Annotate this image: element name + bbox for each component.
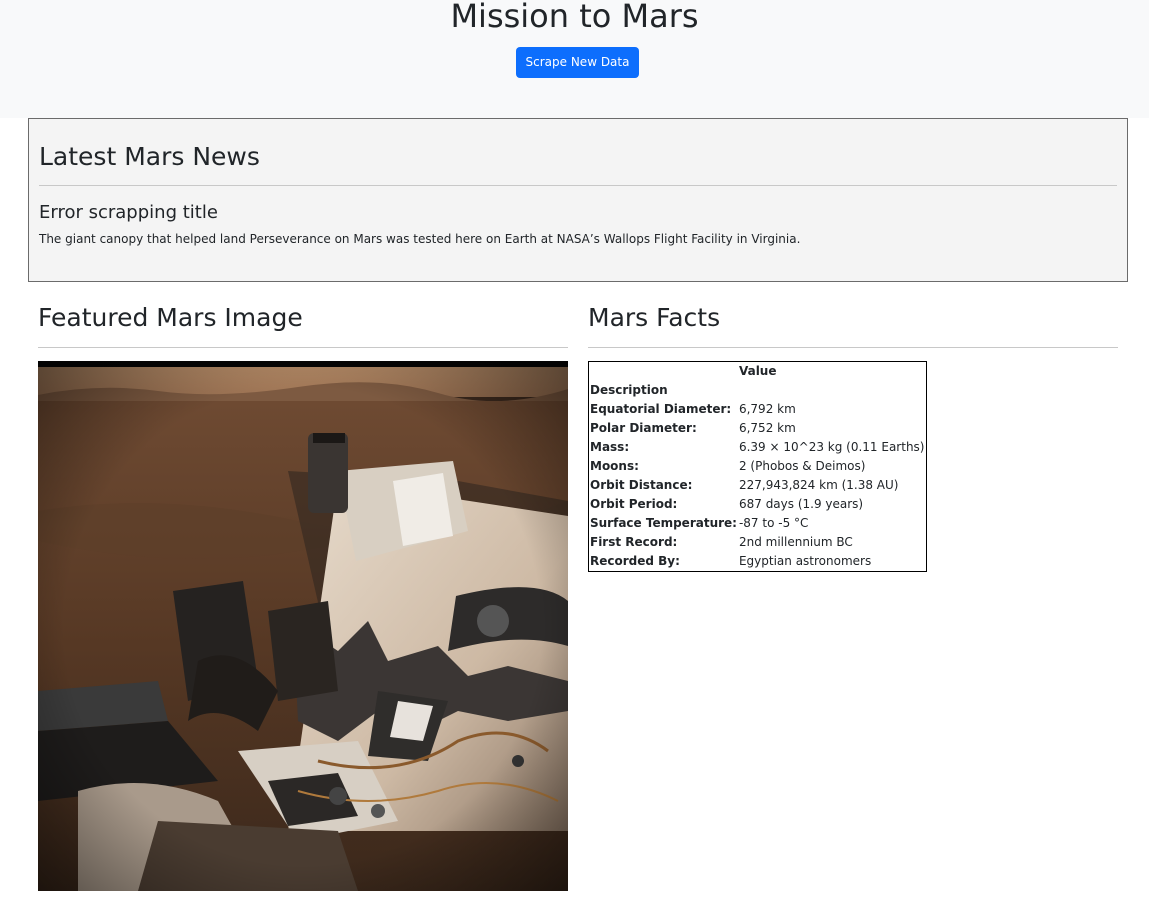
table-row: Equatorial Diameter: 6,792 km bbox=[589, 400, 927, 419]
news-paragraph: The giant canopy that helped land Persev… bbox=[39, 232, 801, 246]
fact-label: Recorded By: bbox=[590, 554, 680, 568]
fact-value: 2 (Phobos & Deimos) bbox=[738, 459, 866, 473]
latest-news-panel: Latest Mars News Error scrapping title T… bbox=[28, 118, 1128, 282]
table-row: Surface Temperature: -87 to -5 °C bbox=[589, 514, 927, 533]
fact-value: 6.39 × 10^23 kg (0.11 Earths) bbox=[738, 440, 925, 454]
value-column-header: Value bbox=[738, 364, 777, 378]
news-divider bbox=[39, 185, 1117, 186]
table-index-row: Description bbox=[589, 381, 927, 400]
table-row: Polar Diameter: 6,752 km bbox=[589, 419, 927, 438]
fact-value: Egyptian astronomers bbox=[738, 554, 872, 568]
table-row: First Record: 2nd millennium BC bbox=[589, 533, 927, 552]
rover-photo bbox=[38, 361, 568, 891]
table-row: Moons: 2 (Phobos & Deimos) bbox=[589, 457, 927, 476]
fact-label: Surface Temperature: bbox=[590, 516, 737, 530]
featured-image-divider bbox=[38, 347, 568, 348]
table-row: Mass: 6.39 × 10^23 kg (0.11 Earths) bbox=[589, 438, 927, 457]
news-section-heading: Latest Mars News bbox=[39, 142, 260, 171]
fact-value: 2nd millennium BC bbox=[738, 535, 853, 549]
featured-image-heading: Featured Mars Image bbox=[38, 303, 303, 332]
mars-facts-heading: Mars Facts bbox=[588, 303, 721, 332]
table-header-row: Value bbox=[589, 362, 927, 382]
fact-value: 227,943,824 km (1.38 AU) bbox=[738, 478, 899, 492]
empty-header-cell bbox=[738, 381, 926, 400]
fact-label: Mass: bbox=[590, 440, 630, 454]
fact-value: 687 days (1.9 years) bbox=[738, 497, 864, 511]
page-title: Mission to Mars bbox=[450, 0, 699, 35]
scrape-new-data-button[interactable]: Scrape New Data bbox=[516, 47, 639, 78]
table-row: Orbit Period: 687 days (1.9 years) bbox=[589, 495, 927, 514]
fact-label: Moons: bbox=[590, 459, 639, 473]
table-row: Orbit Distance: 227,943,824 km (1.38 AU) bbox=[589, 476, 927, 495]
fact-label: Orbit Distance: bbox=[590, 478, 693, 492]
mars-facts-table: Value Description Equatorial Diameter: 6… bbox=[588, 361, 927, 572]
fact-label: First Record: bbox=[590, 535, 678, 549]
fact-value: -87 to -5 °C bbox=[738, 516, 809, 530]
jumbotron-header: Mission to Mars Scrape New Data bbox=[0, 0, 1149, 118]
description-header: Description bbox=[590, 383, 668, 397]
table-row: Recorded By: Egyptian astronomers bbox=[589, 552, 927, 572]
news-title: Error scrapping title bbox=[39, 202, 218, 223]
fact-label: Polar Diameter: bbox=[590, 421, 697, 435]
mars-facts-divider bbox=[588, 347, 1118, 348]
empty-header-cell bbox=[589, 362, 738, 382]
fact-label: Equatorial Diameter: bbox=[590, 402, 732, 416]
featured-mars-image bbox=[38, 361, 568, 891]
fact-label: Orbit Period: bbox=[590, 497, 678, 511]
fact-value: 6,792 km bbox=[738, 402, 796, 416]
fact-value: 6,752 km bbox=[738, 421, 796, 435]
